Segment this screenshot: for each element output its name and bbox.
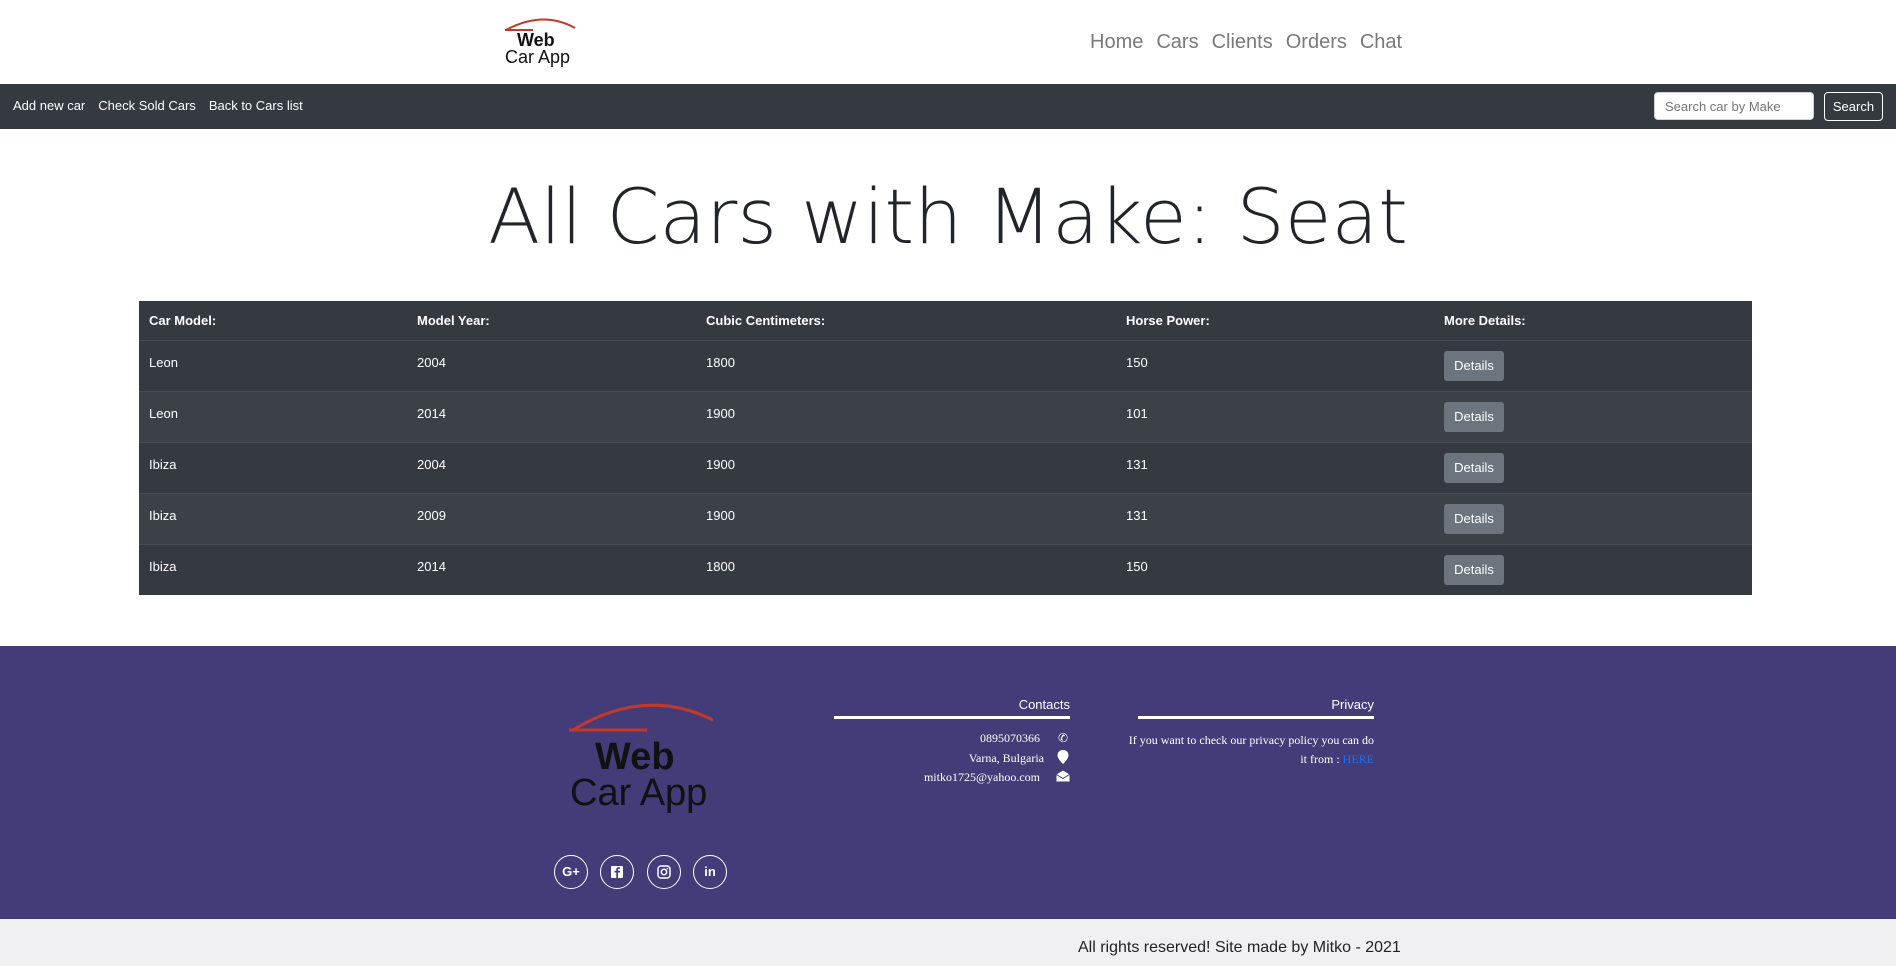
nav-home[interactable]: Home xyxy=(1090,30,1143,54)
sub-navbar: Add new car Check Sold Cars Back to Cars… xyxy=(0,84,1896,129)
privacy-description: If you want to check our privacy policy … xyxy=(1128,733,1374,766)
nav-chat[interactable]: Chat xyxy=(1360,30,1402,54)
copyright-bar: All rights reserved! Site made by Mitko … xyxy=(0,919,1896,966)
search-input[interactable] xyxy=(1654,92,1814,120)
check-sold-cars-link[interactable]: Check Sold Cars xyxy=(98,98,196,114)
table-row: Ibiza 2004 1900 131 Details xyxy=(139,442,1752,494)
details-button[interactable]: Details xyxy=(1444,402,1504,432)
cell-year: 2004 xyxy=(417,457,446,472)
cell-cc: 1900 xyxy=(706,406,735,421)
add-new-car-link[interactable]: Add new car xyxy=(13,98,85,114)
details-button[interactable]: Details xyxy=(1444,504,1504,534)
footer-logo-line1: Web xyxy=(595,736,675,778)
contact-address: Varna, Bulgaria xyxy=(968,751,1044,765)
footer-logo: Web Car App xyxy=(565,696,725,821)
map-pin-icon xyxy=(1056,750,1070,764)
cell-year: 2014 xyxy=(417,559,446,574)
cars-table: Car Model: Model Year: Cubic Centimeters… xyxy=(139,301,1752,595)
cell-cc: 1900 xyxy=(706,508,735,523)
cell-year: 2014 xyxy=(417,406,446,421)
cell-hp: 101 xyxy=(1126,406,1148,421)
top-navbar: Web Car App Home Cars Clients Orders Cha… xyxy=(0,0,1896,84)
contacts-divider xyxy=(834,716,1070,719)
facebook-icon[interactable] xyxy=(600,855,634,889)
cell-model: Ibiza xyxy=(149,559,177,574)
contact-email: mitko1725@yahoo.com xyxy=(923,770,1040,784)
cell-hp: 150 xyxy=(1126,559,1148,574)
linkedin-icon[interactable]: in xyxy=(693,855,727,889)
details-button[interactable]: Details xyxy=(1444,453,1504,483)
cell-model: Ibiza xyxy=(149,508,177,523)
main-nav: Home Cars Clients Orders Chat xyxy=(1090,30,1402,54)
cell-model: Leon xyxy=(149,355,178,370)
cell-cc: 1900 xyxy=(706,457,735,472)
cell-model: Leon xyxy=(149,406,178,421)
table-header-row: Car Model: Model Year: Cubic Centimeters… xyxy=(139,301,1752,341)
cell-year: 2004 xyxy=(417,355,446,370)
table-row: Ibiza 2014 1800 150 Details xyxy=(139,544,1752,595)
page-title: All Cars with Make: Seat xyxy=(488,172,1408,261)
column-header: Cubic Centimeters: xyxy=(696,301,1116,341)
column-header: Model Year: xyxy=(407,301,696,341)
back-to-cars-list-link[interactable]: Back to Cars list xyxy=(209,98,303,114)
car-roof-icon xyxy=(569,703,714,732)
copyright-text: All rights reserved! Site made by Mitko … xyxy=(1078,939,1401,956)
cell-model: Ibiza xyxy=(149,457,177,472)
details-button[interactable]: Details xyxy=(1444,351,1504,381)
table-row: Ibiza 2009 1900 131 Details xyxy=(139,493,1752,545)
privacy-text: If you want to check our privacy policy … xyxy=(1120,731,1374,769)
brand-logo[interactable]: Web Car App xyxy=(503,14,579,66)
phone-icon: ✆ xyxy=(1057,731,1069,745)
privacy-divider xyxy=(1138,716,1374,719)
privacy-title: Privacy xyxy=(1331,697,1374,712)
google-plus-icon[interactable]: G+ xyxy=(554,855,588,889)
instagram-icon[interactable] xyxy=(647,855,681,889)
search-button[interactable]: Search xyxy=(1824,92,1883,121)
privacy-link[interactable]: HERE xyxy=(1343,752,1374,766)
brand-line2: Car App xyxy=(505,47,571,67)
envelope-icon xyxy=(1056,770,1070,784)
nav-orders[interactable]: Orders xyxy=(1286,30,1347,54)
cell-hp: 131 xyxy=(1126,508,1148,523)
contact-phone: 0895070366 xyxy=(980,731,1040,745)
nav-clients[interactable]: Clients xyxy=(1212,30,1273,54)
table-row: Leon 2014 1900 101 Details xyxy=(139,391,1752,443)
contacts-title: Contacts xyxy=(1018,697,1070,712)
cell-cc: 1800 xyxy=(706,559,735,574)
cell-cc: 1800 xyxy=(706,355,735,370)
cell-hp: 131 xyxy=(1126,457,1148,472)
table-row: Leon 2004 1800 150 Details xyxy=(139,340,1752,392)
nav-cars[interactable]: Cars xyxy=(1156,30,1198,54)
details-button[interactable]: Details xyxy=(1444,555,1504,585)
cell-year: 2009 xyxy=(417,508,446,523)
cell-hp: 150 xyxy=(1126,355,1148,370)
footer-logo-line2: Car App xyxy=(570,772,708,814)
column-header: More Details: xyxy=(1434,301,1752,341)
column-header: Car Model: xyxy=(139,301,407,341)
column-header: Horse Power: xyxy=(1116,301,1434,341)
